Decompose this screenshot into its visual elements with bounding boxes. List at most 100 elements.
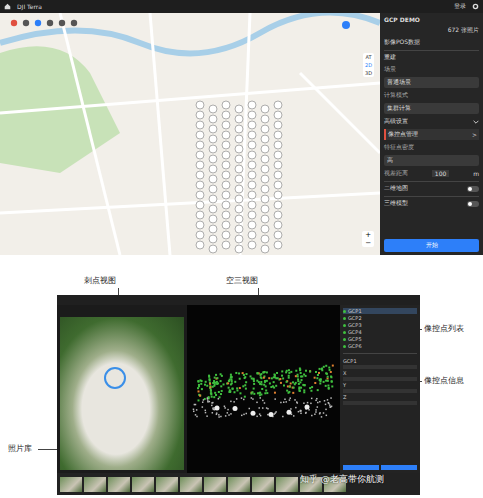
photo-point[interactable] (248, 181, 256, 189)
photo-point[interactable] (196, 131, 204, 139)
photo-point[interactable] (261, 135, 269, 143)
tool-icon[interactable] (46, 19, 54, 27)
gcp-list-row[interactable]: GCP5 (343, 336, 417, 342)
layer-button[interactable]: AT (363, 53, 374, 61)
photo-point[interactable] (209, 215, 217, 223)
info-field[interactable] (343, 365, 417, 369)
photo-point[interactable] (261, 175, 269, 183)
photo-point[interactable] (235, 235, 243, 243)
photo-point[interactable] (196, 191, 204, 199)
photo-point[interactable] (222, 241, 230, 249)
photo-point[interactable] (235, 205, 243, 213)
advanced-header[interactable]: 高级设置 (384, 117, 479, 126)
photo-point[interactable] (248, 171, 256, 179)
photo-point[interactable] (196, 151, 204, 159)
photo-point[interactable] (196, 181, 204, 189)
photo-point[interactable] (196, 231, 204, 239)
toggle-switch[interactable] (467, 201, 479, 207)
photo-point[interactable] (248, 141, 256, 149)
photo-point[interactable] (235, 145, 243, 153)
density-select[interactable]: 高 (384, 155, 479, 166)
photo-point[interactable] (248, 121, 256, 129)
photo-point[interactable] (248, 151, 256, 159)
toggle-switch[interactable] (467, 186, 479, 192)
camera-button[interactable] (342, 21, 350, 29)
info-field[interactable] (343, 389, 417, 393)
info-field[interactable] (343, 377, 417, 381)
login-link[interactable]: 登录 (454, 2, 466, 11)
photo-point[interactable] (261, 145, 269, 153)
gcp-list-row[interactable]: GCP4 (343, 329, 417, 335)
photo-point[interactable] (261, 105, 269, 113)
photo-point[interactable] (274, 151, 282, 159)
inner-button[interactable] (381, 465, 417, 470)
start-button[interactable]: 开始 (384, 239, 479, 252)
layer-button[interactable]: 2D (363, 61, 374, 69)
photo-point[interactable] (274, 231, 282, 239)
photo-point[interactable] (248, 131, 256, 139)
photo-view[interactable] (57, 305, 187, 473)
photo-point[interactable] (196, 201, 204, 209)
photo-point[interactable] (209, 225, 217, 233)
gallery-thumbnail[interactable] (60, 477, 82, 492)
photo-point[interactable] (222, 151, 230, 159)
photo-point[interactable] (196, 171, 204, 179)
tool-icon[interactable] (70, 19, 78, 27)
distance-input[interactable]: 100 (432, 170, 449, 177)
gcp-list-row[interactable]: GCP6 (343, 343, 417, 349)
photo-point[interactable] (235, 245, 243, 253)
photo-point[interactable] (209, 195, 217, 203)
photo-point[interactable] (261, 215, 269, 223)
photo-point[interactable] (248, 161, 256, 169)
photo-point[interactable] (222, 171, 230, 179)
home-icon[interactable] (4, 3, 11, 10)
tool-icon[interactable] (58, 19, 66, 27)
photo-point[interactable] (209, 175, 217, 183)
photo-point[interactable] (196, 241, 204, 249)
photo-point[interactable] (248, 101, 256, 109)
photo-point[interactable] (261, 115, 269, 123)
field-select[interactable]: 集群计算 (384, 103, 479, 114)
gallery-thumbnail[interactable] (180, 477, 202, 492)
gcp-list-row[interactable]: GCP1 (343, 308, 417, 314)
map-view[interactable]: AT2D3D+− (0, 13, 380, 255)
gcp-manage-row[interactable]: 像控点管理> (384, 129, 479, 140)
tool-icon[interactable] (10, 19, 18, 27)
photo-point[interactable] (222, 231, 230, 239)
photo-point[interactable] (222, 161, 230, 169)
photo-point[interactable] (274, 221, 282, 229)
photo-point[interactable] (209, 115, 217, 123)
photo-point[interactable] (209, 165, 217, 173)
photo-point[interactable] (261, 225, 269, 233)
photo-point[interactable] (274, 201, 282, 209)
gcp-list-row[interactable]: GCP2 (343, 315, 417, 321)
gallery-thumbnail[interactable] (108, 477, 130, 492)
photo-point[interactable] (261, 245, 269, 253)
photo-point[interactable] (261, 185, 269, 193)
photo-point[interactable] (222, 111, 230, 119)
photo-point[interactable] (196, 221, 204, 229)
photo-point[interactable] (222, 131, 230, 139)
photo-point[interactable] (222, 101, 230, 109)
photo-point[interactable] (235, 115, 243, 123)
layer-button[interactable]: 3D (363, 69, 374, 77)
photo-point[interactable] (209, 235, 217, 243)
photo-point[interactable] (222, 201, 230, 209)
photo-point[interactable] (274, 141, 282, 149)
photo-point[interactable] (196, 111, 204, 119)
photo-point[interactable] (261, 155, 269, 163)
photo-point[interactable] (209, 205, 217, 213)
photo-point[interactable] (209, 135, 217, 143)
photo-point[interactable] (235, 215, 243, 223)
zoom-out-button[interactable]: − (362, 239, 374, 247)
photo-point[interactable] (261, 165, 269, 173)
photo-point[interactable] (248, 241, 256, 249)
photo-point[interactable] (196, 121, 204, 129)
photo-point[interactable] (274, 101, 282, 109)
gallery-thumbnail[interactable] (132, 477, 154, 492)
inner-button[interactable] (343, 465, 379, 470)
photo-point[interactable] (235, 105, 243, 113)
photo-point[interactable] (235, 165, 243, 173)
photo-point[interactable] (274, 161, 282, 169)
tool-icon[interactable] (34, 19, 42, 27)
